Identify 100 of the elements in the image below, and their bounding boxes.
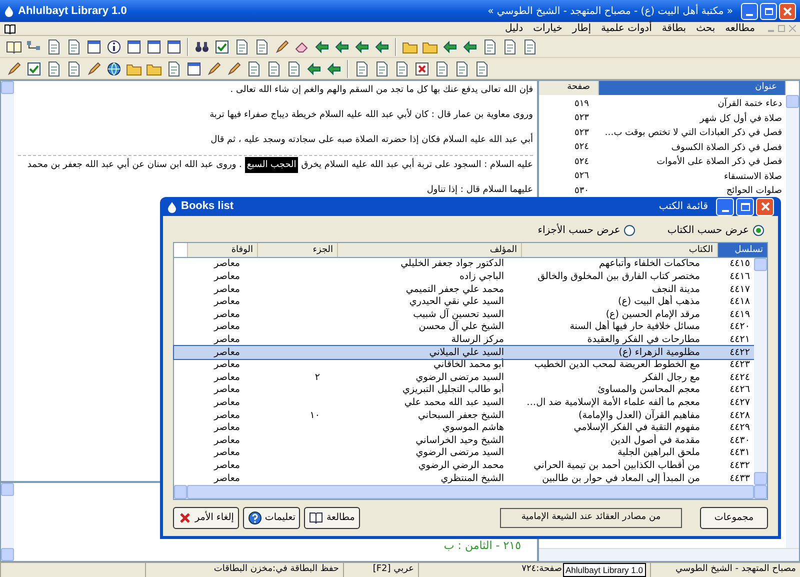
contents-title[interactable]: فصل في ذكر الصلاة على الأموات <box>599 155 786 170</box>
document-icon[interactable] <box>474 60 490 76</box>
close-button[interactable] <box>756 198 774 216</box>
scrollbar[interactable] <box>786 95 799 548</box>
contents-title[interactable]: صلاة الاستسقاء <box>599 170 786 184</box>
contents-title[interactable]: فصل في ذكر الصلاة الكسوف <box>599 140 786 155</box>
book-icon[interactable] <box>6 38 22 54</box>
column-header[interactable]: عنوان <box>599 81 786 95</box>
column-header[interactable]: المؤلف <box>337 243 521 258</box>
reader-text: . وروى عبد الله ابن سنان عن أبي عبد الله جعفر بن محمد <box>27 157 242 172</box>
window-icon[interactable] <box>186 60 202 76</box>
radio-label[interactable]: عرض حسب الأجزاء <box>538 222 620 238</box>
checkbox-icon[interactable] <box>26 60 42 76</box>
document-icon[interactable] <box>254 38 270 54</box>
delete-icon[interactable] <box>414 60 430 76</box>
document-icon[interactable] <box>266 60 282 76</box>
arrow-icon[interactable] <box>306 60 322 76</box>
document-icon[interactable] <box>482 38 498 54</box>
arrow-icon[interactable] <box>334 38 350 54</box>
column-header[interactable]: الكتاب <box>521 243 717 258</box>
checkbox-icon[interactable] <box>214 38 230 54</box>
document-icon[interactable] <box>434 60 450 76</box>
contents-title[interactable]: فصل في ذكر العبادات التي لا تختص بوقت ب… <box>599 126 786 140</box>
document-icon[interactable] <box>234 38 250 54</box>
minimize-button[interactable] <box>716 198 734 216</box>
arrow-icon[interactable] <box>442 38 458 54</box>
globe-icon[interactable] <box>106 60 122 76</box>
document-icon[interactable] <box>286 60 302 76</box>
table-cell: ١٠ <box>310 410 320 421</box>
arrow-icon[interactable] <box>326 60 342 76</box>
document-icon[interactable] <box>246 60 262 76</box>
radio-button[interactable] <box>624 224 636 236</box>
column-header[interactable]: تسلسل <box>717 243 767 258</box>
pen-icon[interactable] <box>206 60 222 76</box>
document-icon[interactable] <box>394 60 410 76</box>
pen-icon[interactable] <box>6 60 22 76</box>
scrollbar[interactable] <box>1 483 14 561</box>
cancel-button[interactable]: إلغاء الأمر <box>173 507 239 529</box>
groups-button[interactable]: مجموعات <box>700 507 768 529</box>
page-number: ٥٢٤ <box>573 156 590 168</box>
radio-label[interactable]: عرض حسب الكتاب <box>667 222 749 238</box>
window-icon[interactable] <box>86 38 102 54</box>
document-icon[interactable] <box>66 38 82 54</box>
table-cell: ٤٤٢١ <box>730 334 750 346</box>
menu-item[interactable]: بحث <box>695 21 716 36</box>
document-icon[interactable] <box>166 60 182 76</box>
radio-button[interactable] <box>753 224 764 236</box>
menu-item[interactable]: خيارات <box>532 21 564 36</box>
dialog-title: قائمة الكتب <box>658 200 708 214</box>
close-button[interactable] <box>779 2 796 20</box>
arrow-icon[interactable] <box>354 38 370 54</box>
column-header[interactable]: الجزء <box>257 243 337 258</box>
document-icon[interactable] <box>66 60 82 76</box>
table-cell: معاصر <box>214 346 240 358</box>
minimize-button[interactable] <box>741 2 758 20</box>
scrollbar[interactable] <box>1 81 14 481</box>
table-cell: معاصر <box>214 296 240 308</box>
table-cell: معاصر <box>214 447 240 458</box>
pen-icon[interactable] <box>86 60 102 76</box>
read-button[interactable]: مطالعة <box>304 507 360 529</box>
menu-item[interactable]: بطاقة <box>660 21 688 36</box>
pen-icon[interactable] <box>226 60 242 76</box>
scrollbar[interactable] <box>754 258 767 485</box>
info-icon[interactable] <box>106 38 122 54</box>
contents-title[interactable]: صلوات الحوائج <box>599 184 786 198</box>
document-icon[interactable] <box>374 60 390 76</box>
menu-item[interactable]: دليل <box>504 21 524 36</box>
arrow-icon[interactable] <box>314 38 330 54</box>
table-cell: ٢ <box>314 372 320 383</box>
maximize-button[interactable] <box>736 198 754 216</box>
menu-item[interactable]: مطالعه <box>724 21 756 36</box>
window-icon[interactable] <box>126 38 142 54</box>
window-icon[interactable] <box>166 38 182 54</box>
column-header[interactable]: الوفاة <box>187 243 257 258</box>
menu-item[interactable]: أدوات علمية <box>600 21 653 36</box>
collection-field[interactable]: من مصادر العقائد عند الشيعة الإمامية <box>500 508 682 528</box>
help-button[interactable]: تعليمات <box>242 507 300 529</box>
restore-button[interactable] <box>760 2 777 20</box>
menu-item[interactable]: إطار <box>571 21 592 36</box>
book-icon[interactable] <box>4 23 16 34</box>
arrow-icon[interactable] <box>462 38 478 54</box>
window-icon[interactable] <box>146 38 162 54</box>
document-icon[interactable] <box>354 60 370 76</box>
table-cell: ٤٤١٦ <box>730 271 750 282</box>
document-icon[interactable] <box>522 38 538 54</box>
column-header[interactable]: صفحة <box>539 81 599 95</box>
selected-row[interactable]: ٤٤٢٢ مظلومية الزهراء (ع) السيد علي الميلاني معاصر <box>174 346 754 360</box>
arrow-icon[interactable] <box>374 38 390 54</box>
table-cell: ٤٤٢٣ <box>730 359 750 370</box>
document-icon[interactable] <box>502 38 518 54</box>
status-text: حفظ البطاقة في:مخزن البطاقات <box>214 563 339 576</box>
document-icon[interactable] <box>46 60 62 76</box>
contents-title[interactable]: صلاة في أول كل شهر <box>599 112 786 126</box>
scrollbar[interactable] <box>174 485 767 499</box>
reader-text: وروى معاوية بن عمار قال : كان لأبي عبد الله عليه السلام خريطة ديباج صفراء فيها تربة <box>210 107 533 122</box>
scrollbar[interactable] <box>539 548 799 561</box>
contents-title[interactable]: دعاء ختمة القرآن <box>599 97 786 112</box>
document-icon[interactable] <box>454 60 470 76</box>
pen-icon[interactable] <box>274 38 290 54</box>
document-icon[interactable] <box>46 38 62 54</box>
